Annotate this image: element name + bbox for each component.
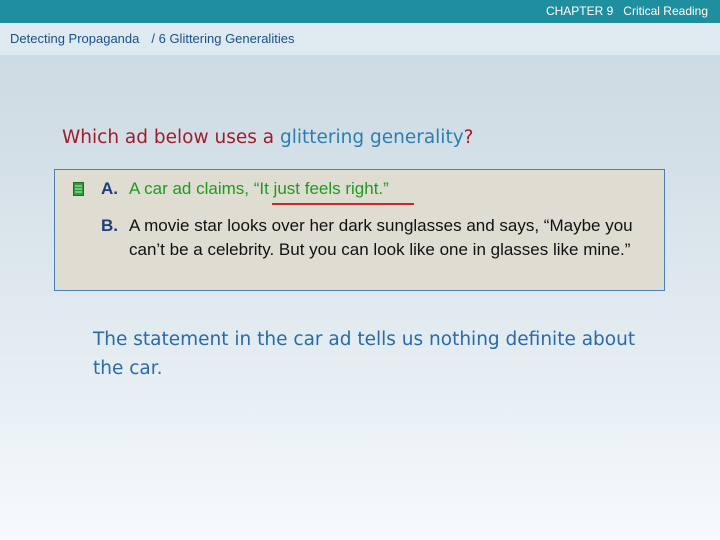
question-suffix: ?	[463, 127, 474, 148]
chapter-number: CHAPTER 9	[545, 4, 614, 18]
question-prefix: Which ad below uses a	[62, 127, 280, 148]
chapter-label: CHAPTER 9 Critical Reading	[546, 4, 708, 18]
question-text: Which ad below uses a glittering general…	[62, 127, 473, 148]
chapter-subject: Critical Reading	[623, 4, 708, 18]
option-b-text[interactable]: A movie star looks over her dark sunglas…	[129, 214, 649, 262]
explanation-text: The statement in the car ad tells us not…	[93, 329, 636, 379]
option-b-letter: B.	[101, 216, 118, 235]
answer-underline	[272, 203, 414, 205]
breadcrumb-bar: Detecting Propaganda / 6 Glittering Gener…	[0, 23, 720, 55]
top-bar: CHAPTER 9 Critical Reading	[0, 0, 720, 23]
breadcrumb-page: / 6 Glittering Generalities	[151, 31, 295, 46]
breadcrumb-section[interactable]: Detecting Propaganda	[10, 31, 139, 46]
question-term: glittering generality	[279, 127, 464, 148]
option-a-letter: A.	[101, 179, 118, 198]
option-a-text[interactable]: A car ad claims, “It just feels right.”	[129, 177, 389, 201]
document-icon	[73, 182, 84, 196]
breadcrumb: Detecting Propaganda / 6 Glittering Gener…	[10, 31, 294, 46]
answer-options-box: A. A car ad claims, “It just feels right…	[54, 169, 665, 291]
